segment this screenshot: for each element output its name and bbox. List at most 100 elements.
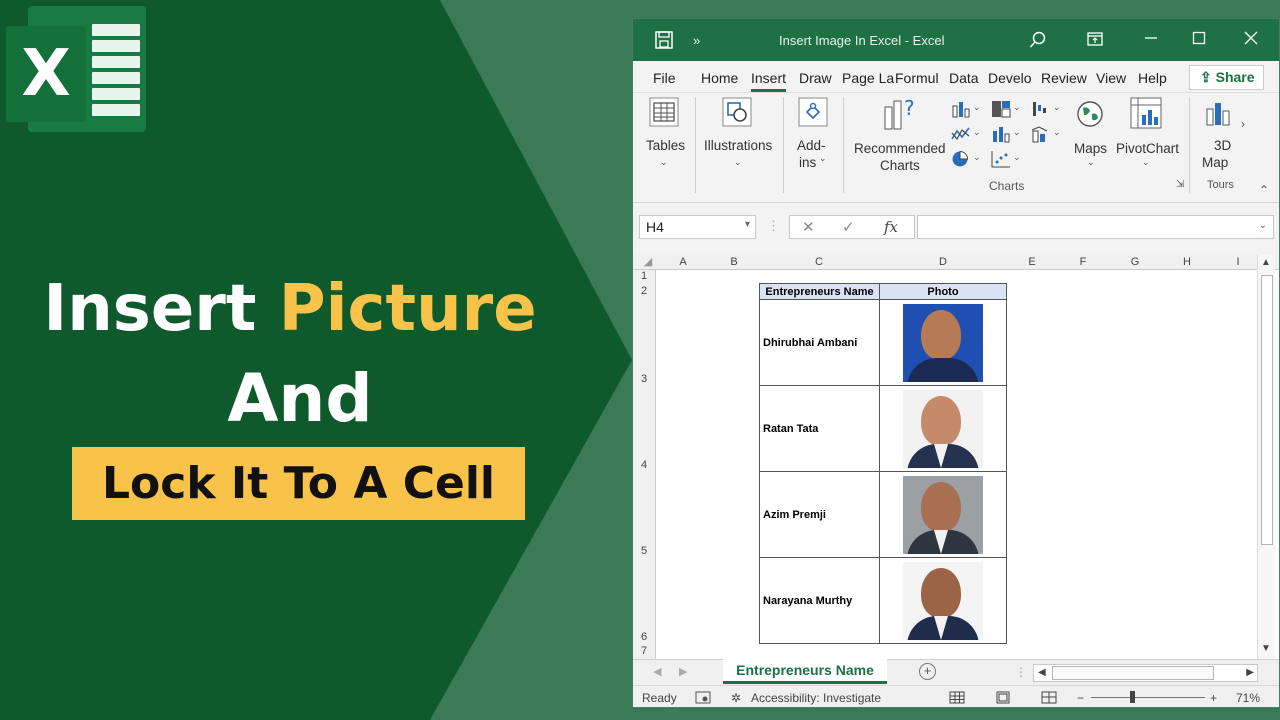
select-all-icon[interactable]: ◢ xyxy=(641,255,655,270)
3d-map-button-line2[interactable]: Map xyxy=(1202,154,1228,171)
collapse-ribbon-icon[interactable]: ⌃ xyxy=(1259,183,1269,197)
entrepreneur-name-cell[interactable]: Dhirubhai Ambani xyxy=(759,299,880,386)
tab-file[interactable]: File xyxy=(653,70,676,86)
page-break-view-icon[interactable] xyxy=(1041,691,1057,707)
minimize-icon[interactable] xyxy=(1144,31,1158,50)
zoom-level[interactable]: 71% xyxy=(1236,691,1260,705)
scroll-right-icon[interactable]: ▶ xyxy=(1246,667,1254,678)
share-button[interactable]: ⇪ Share xyxy=(1189,65,1264,90)
previous-sheet-icon[interactable]: ◀ xyxy=(653,665,661,678)
entrepreneur-photo[interactable] xyxy=(903,476,983,554)
tab-draw[interactable]: Draw xyxy=(799,70,832,86)
sheet-tab-entrepreneurs-name[interactable]: Entrepreneurs Name xyxy=(723,659,887,684)
entrepreneur-name-cell[interactable]: Ratan Tata xyxy=(759,385,880,472)
enter-icon[interactable]: ✓ xyxy=(842,218,855,236)
expand-formula-bar-icon[interactable]: ⌄ xyxy=(1259,220,1267,231)
cancel-icon[interactable]: ✕ xyxy=(802,218,815,236)
bar-chart-icon[interactable] xyxy=(991,125,1011,143)
entrepreneur-photo[interactable] xyxy=(903,562,983,640)
macro-record-icon[interactable] xyxy=(695,691,711,707)
scroll-left-icon[interactable]: ◀ xyxy=(1038,667,1046,678)
add-sheet-icon[interactable]: + xyxy=(919,663,936,680)
pie-chart-icon[interactable] xyxy=(951,150,971,168)
hierarchy-chart-icon[interactable] xyxy=(991,100,1011,118)
tab-home[interactable]: Home xyxy=(701,70,738,86)
page-layout-view-icon[interactable] xyxy=(995,691,1011,707)
tab-developer[interactable]: Develo xyxy=(988,70,1032,86)
insert-function-icon[interactable]: fx xyxy=(884,218,898,236)
pivotchart-icon[interactable] xyxy=(1130,97,1164,131)
column-header-h[interactable]: H xyxy=(1161,255,1213,270)
combo-chart-icon[interactable] xyxy=(1031,125,1051,143)
column-header-d[interactable]: D xyxy=(879,255,1007,270)
table-icon[interactable] xyxy=(649,97,679,127)
tab-insert[interactable]: Insert xyxy=(751,70,787,92)
column-header-i[interactable]: I xyxy=(1213,255,1263,270)
header-entrepreneurs-name[interactable]: Entrepreneurs Name xyxy=(759,283,880,300)
scrollbar-thumb[interactable] xyxy=(1261,275,1273,545)
add-ins-icon[interactable] xyxy=(798,97,828,127)
maps-globe-icon[interactable] xyxy=(1075,99,1105,129)
recommended-charts-line1[interactable]: Recommended xyxy=(854,140,946,157)
maximize-icon[interactable] xyxy=(1192,31,1206,50)
row-header-1[interactable]: 1 xyxy=(633,270,655,282)
line-chart-icon[interactable] xyxy=(951,125,971,143)
close-icon[interactable] xyxy=(1244,31,1258,50)
tab-view[interactable]: View xyxy=(1096,70,1126,86)
row-header-4[interactable]: 4 xyxy=(633,459,655,471)
tab-formulas[interactable]: Formul xyxy=(895,70,939,86)
accessibility-icon[interactable]: ✲ xyxy=(731,691,741,705)
tab-help[interactable]: Help xyxy=(1138,70,1167,86)
save-icon[interactable] xyxy=(655,31,673,54)
zoom-slider[interactable] xyxy=(1091,697,1205,698)
tab-data[interactable]: Data xyxy=(949,70,979,86)
column-chart-icon[interactable] xyxy=(951,100,971,118)
photo-cell[interactable] xyxy=(879,299,1007,386)
column-header-a[interactable]: A xyxy=(657,255,709,270)
illustrations-button[interactable]: Illustrations xyxy=(704,137,772,154)
row-header-6[interactable]: 6 xyxy=(633,631,655,643)
add-ins-button-line2[interactable]: ins xyxy=(799,154,816,171)
worksheet-grid[interactable]: ◢ A B C D E F G H I 1 2 3 4 5 6 7 Entrep… xyxy=(633,255,1279,661)
tab-split-grip-icon[interactable]: ⋮ xyxy=(1015,665,1027,679)
ribbon-display-icon[interactable] xyxy=(1087,31,1103,52)
column-header-b[interactable]: B xyxy=(709,255,759,270)
ribbon-scroll-right-icon[interactable]: › xyxy=(1241,117,1245,131)
search-icon[interactable] xyxy=(1029,31,1047,54)
maps-button[interactable]: Maps xyxy=(1074,140,1107,157)
add-ins-button-line1[interactable]: Add- xyxy=(797,137,826,154)
scroll-up-icon[interactable]: ▲ xyxy=(1261,257,1271,268)
vertical-scrollbar[interactable]: ▲ ▼ xyxy=(1257,255,1275,659)
recommended-charts-icon[interactable]: ? xyxy=(883,95,919,131)
3d-map-icon[interactable] xyxy=(1205,97,1235,127)
entrepreneur-name-cell[interactable]: Azim Premji xyxy=(759,471,880,558)
photo-cell[interactable] xyxy=(879,385,1007,472)
chevron-down-icon[interactable]: ▾ xyxy=(745,219,750,230)
formula-input[interactable]: ⌄ xyxy=(917,215,1274,239)
row-header-3[interactable]: 3 xyxy=(633,373,655,385)
next-sheet-icon[interactable]: ▶ xyxy=(679,665,687,678)
horizontal-scrollbar[interactable]: ◀ ▶ xyxy=(1033,664,1258,682)
pivotchart-button[interactable]: PivotChart xyxy=(1116,140,1179,157)
tab-review[interactable]: Review xyxy=(1041,70,1087,86)
accessibility-status[interactable]: Accessibility: Investigate xyxy=(751,691,881,705)
row-header-2[interactable]: 2 xyxy=(633,285,655,297)
photo-cell[interactable] xyxy=(879,557,1007,644)
name-box[interactable]: H4 ▾ xyxy=(639,215,756,239)
zoom-in-button[interactable]: + xyxy=(1210,691,1217,705)
tables-button[interactable]: Tables xyxy=(646,137,685,154)
normal-view-icon[interactable] xyxy=(949,691,965,707)
scroll-down-icon[interactable]: ▼ xyxy=(1261,643,1271,654)
recommended-charts-line2[interactable]: Charts xyxy=(880,157,920,174)
column-header-c[interactable]: C xyxy=(759,255,879,270)
column-header-f[interactable]: F xyxy=(1057,255,1109,270)
row-header-5[interactable]: 5 xyxy=(633,545,655,557)
zoom-out-button[interactable]: − xyxy=(1077,691,1084,705)
row-header-7[interactable]: 7 xyxy=(633,645,655,657)
entrepreneur-photo[interactable] xyxy=(903,390,983,468)
dialog-launcher-icon[interactable]: ⇲ xyxy=(1176,179,1184,190)
zoom-slider-knob[interactable] xyxy=(1130,691,1135,703)
scatter-chart-icon[interactable] xyxy=(991,150,1011,168)
entrepreneur-name-cell[interactable]: Narayana Murthy xyxy=(759,557,880,644)
column-header-g[interactable]: G xyxy=(1109,255,1161,270)
